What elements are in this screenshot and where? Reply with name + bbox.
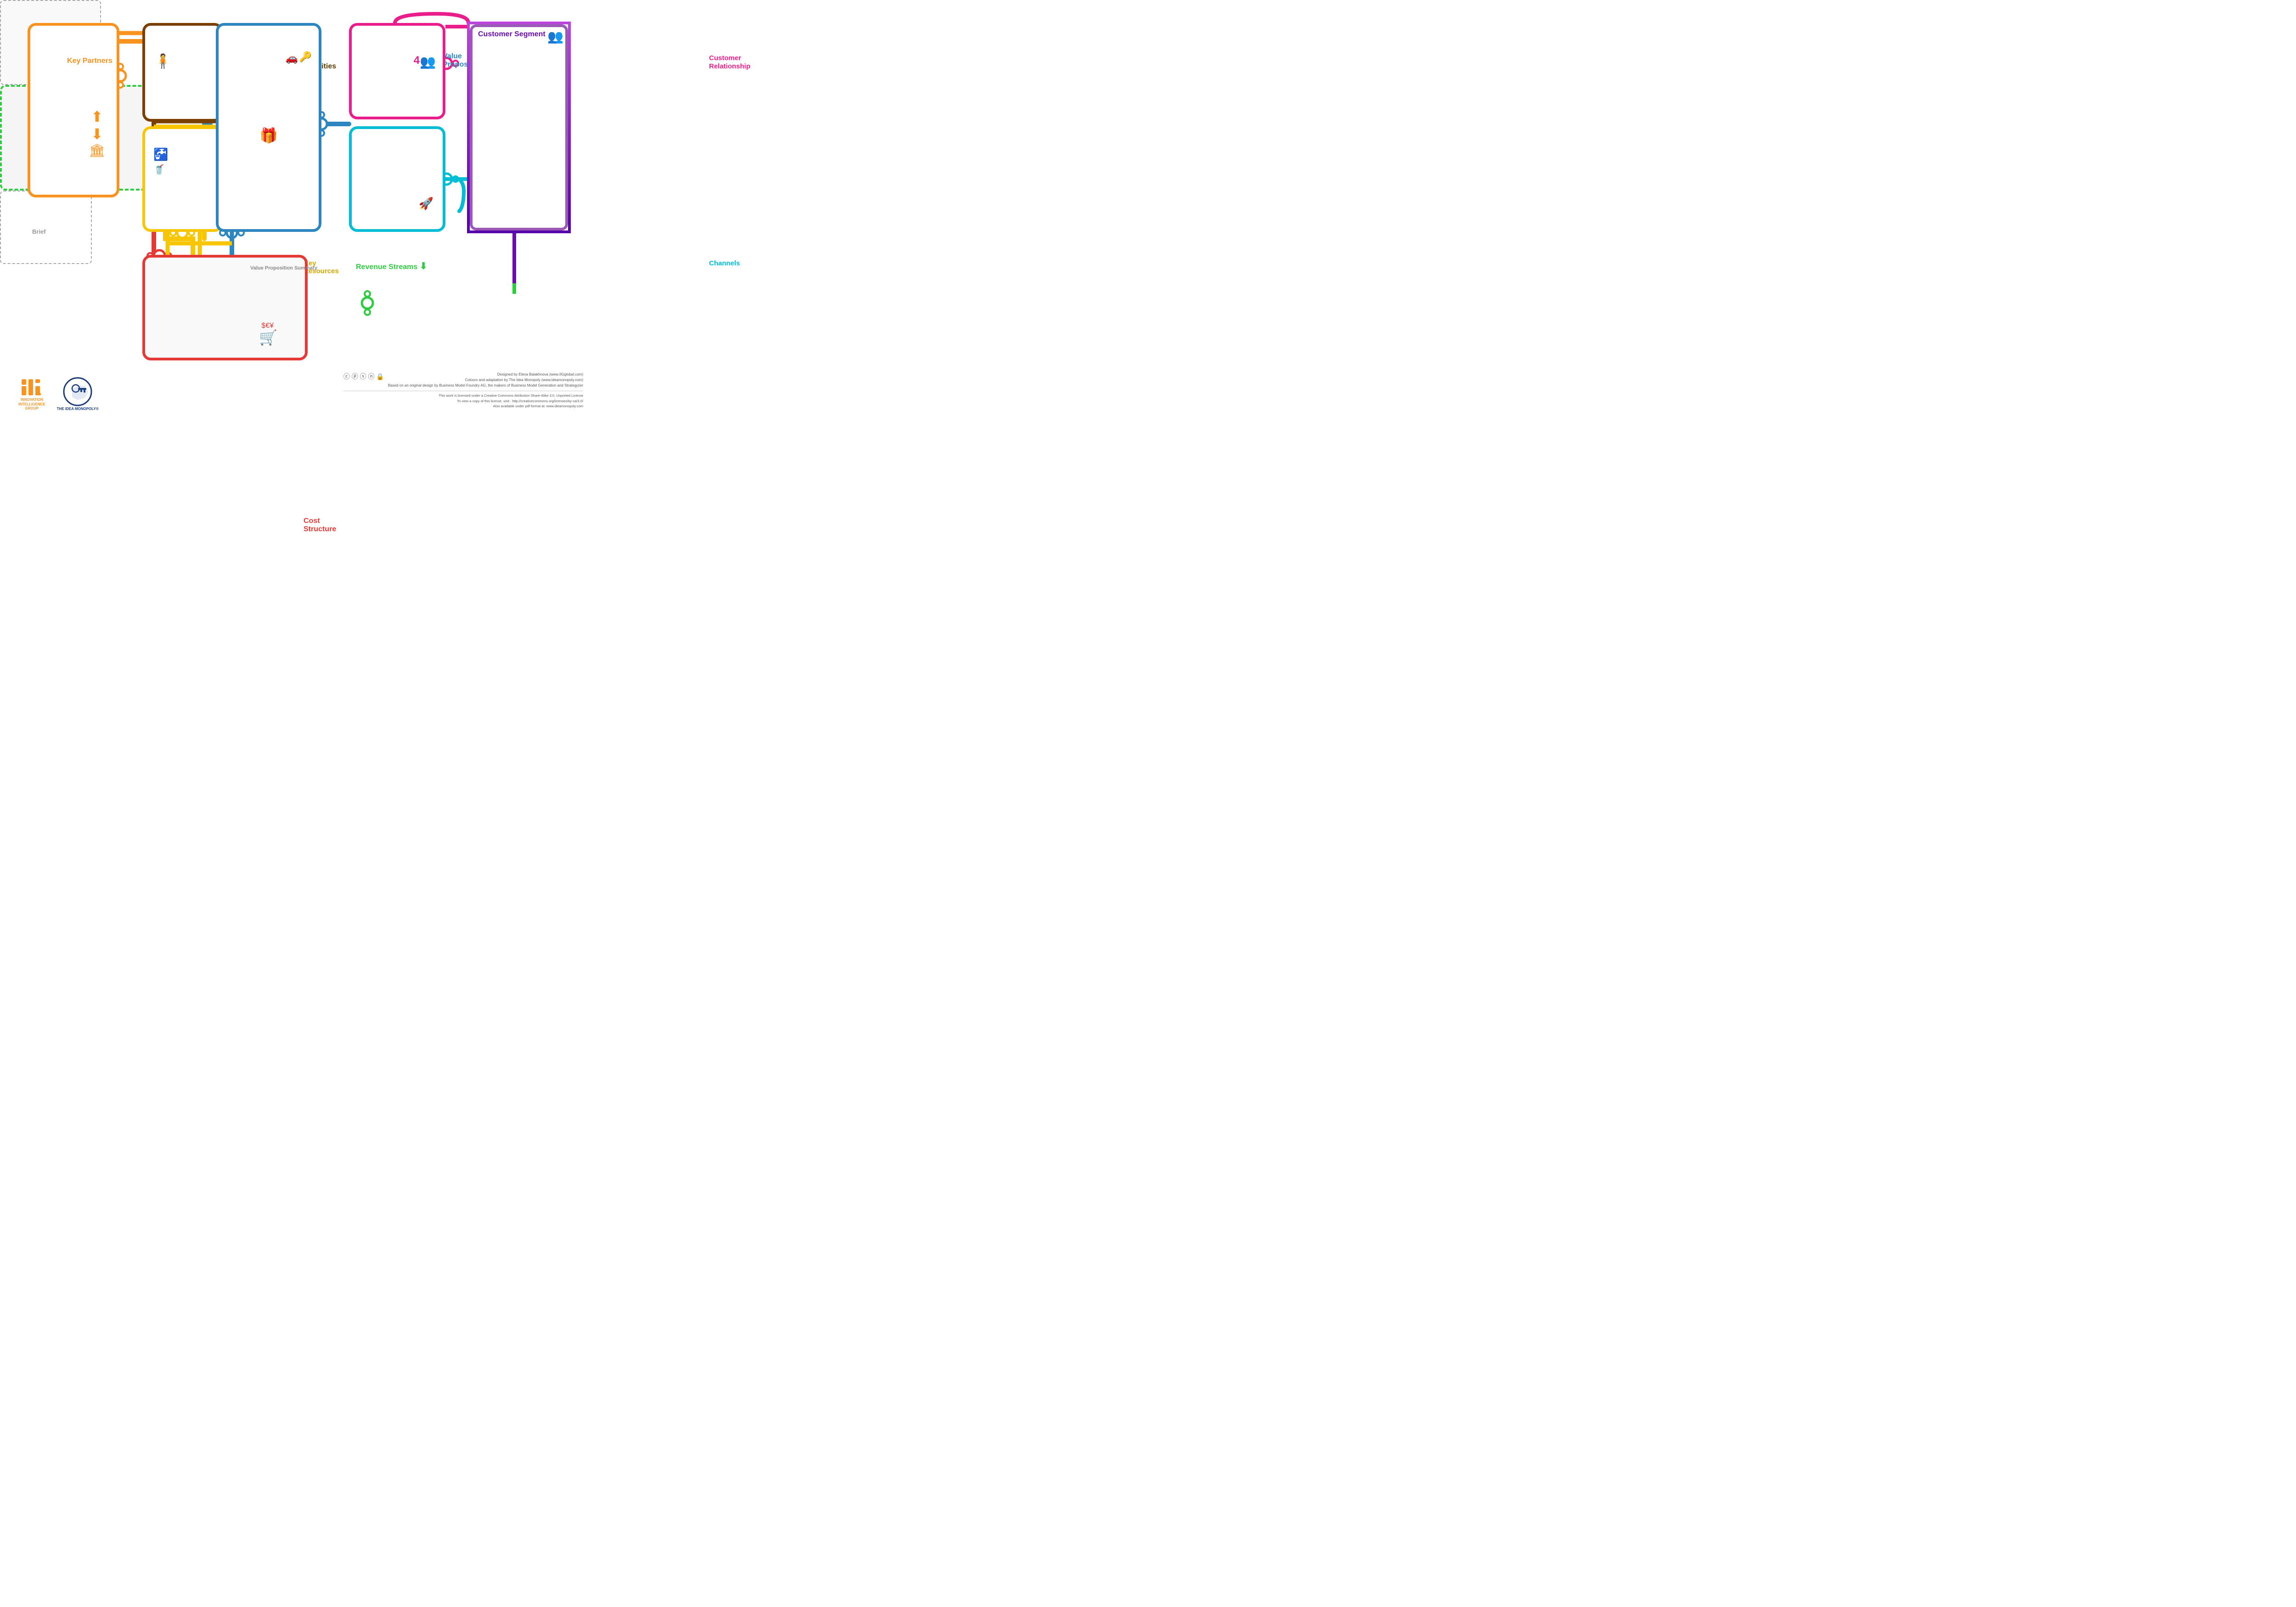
key-partners-building-icon: 🏛 (89, 143, 105, 158)
channels-box: Channels 🚀 (349, 126, 445, 232)
footer-credits: ⓒ ⓟ ⓢ ⓝ 🔒 Designed by Elena Balakhnova (… (343, 372, 583, 409)
footer-logos: INNOVATION INTELLIGENCE GROUP THE IDEA M… (18, 377, 99, 411)
revenue-streams-label: Revenue Streams ⬇ (356, 260, 428, 272)
cr-people-icon: 👥 (420, 54, 436, 69)
customer-relationship-box: Customer Relationship 👥 4 (349, 23, 445, 119)
credits-line2: Colours and adaptation by The Idea Monop… (388, 377, 583, 383)
idea-monopoly-logo: THE IDEA MONOPOLY® (57, 377, 99, 411)
license-line3: Also available under pdf format at: www.… (343, 404, 583, 409)
key-activities-icon: 🧍 (154, 53, 171, 69)
key-resources-box: Key Resources 🚰🥤 (142, 126, 223, 232)
license-line1: This work is licensed under a Creative C… (343, 393, 583, 398)
channels-label: Channels (709, 259, 740, 267)
vp-key-icon: 🔑 (299, 51, 312, 63)
canvas: Key Partners ⬆⬇ 🏛 Key Activities 🧍 Key R… (0, 0, 597, 418)
vp-car-icon: 🚗 (286, 52, 298, 64)
key-partners-box: Key Partners ⬆⬇ 🏛 (28, 23, 119, 197)
iig-text: INNOVATION INTELLIGENCE GROUP (18, 398, 45, 411)
cost-structure-icon: 🛒 (259, 329, 277, 346)
idea-monopoly-text: THE IDEA MONOPOLY® (57, 407, 99, 411)
key-resources-icon: 🚰🥤 (153, 147, 168, 176)
cr-number-icon: 4 (414, 54, 420, 67)
cc-icons: ⓒ ⓟ ⓢ ⓝ 🔒 (343, 372, 384, 382)
cost-currency-icon: $€¥ (261, 322, 274, 330)
key-partners-label: Key Partners (67, 57, 113, 65)
vp-gift-icon: 🎁 (259, 127, 278, 144)
key-partners-icon: ⬆⬇ (89, 108, 105, 143)
key-activities-box: Key Activities 🧍 (142, 23, 223, 122)
customer-segment-label: Customer Segment (478, 30, 546, 39)
credits-line3: Based on an original design by Business … (388, 383, 583, 388)
brief-box: Brief (0, 191, 92, 264)
credits-line1: Designed by Elena Balakhnova (www.IIGglo… (388, 372, 583, 377)
channels-icon: 🚀 (419, 197, 433, 211)
customer-relationship-label: Customer Relationship (709, 54, 750, 71)
cost-structure-label: Cost Structure (304, 517, 336, 534)
license-line2: To view a copy of this license, visit : … (343, 399, 583, 404)
cs-people-icon: 👥 (547, 29, 563, 44)
vp-summary-label: Value Proposition Summary (250, 265, 317, 271)
iig-logo: INNOVATION INTELLIGENCE GROUP (18, 377, 45, 411)
revenue-streams-arrow-icon: ⬇ (420, 261, 428, 271)
value-proposition-box: Value Proposition 🔑 🚗 🎁 (216, 23, 321, 232)
brief-label: Brief (32, 228, 46, 235)
idea-monopoly-icon-svg (63, 377, 93, 407)
iig-icon-svg (19, 377, 45, 398)
customer-segment-box: Customer Segment 👥 (467, 22, 571, 233)
